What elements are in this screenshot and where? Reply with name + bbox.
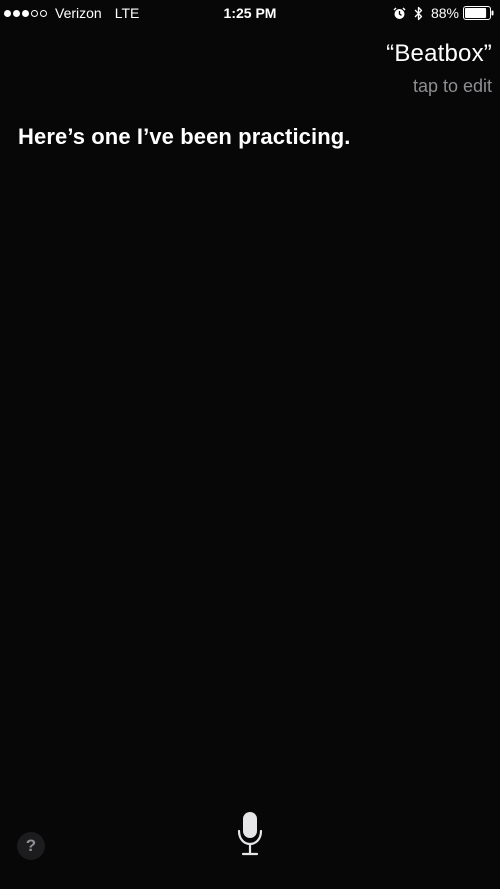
status-bar-right: 88% xyxy=(393,0,494,26)
query-text[interactable]: “Beatbox” xyxy=(386,40,492,68)
microphone-button[interactable] xyxy=(232,810,268,860)
alarm-icon xyxy=(393,6,406,20)
signal-dot xyxy=(22,9,29,17)
siri-query[interactable]: “Beatbox” tap to edit xyxy=(386,40,492,97)
tap-to-edit-link[interactable]: tap to edit xyxy=(386,76,492,97)
network-type: LTE xyxy=(114,5,140,21)
status-bar-left: Verizon LTE xyxy=(4,0,139,26)
signal-strength-icon xyxy=(4,9,49,17)
bluetooth-icon xyxy=(414,6,423,21)
siri-screen: Verizon LTE 1:25 PM 88% “Beatbox” tap to… xyxy=(0,0,500,889)
signal-dot xyxy=(4,9,11,17)
battery-icon xyxy=(463,6,494,20)
siri-response: Here’s one I’ve been practicing. xyxy=(18,124,351,149)
status-bar: Verizon LTE 1:25 PM 88% xyxy=(0,0,500,26)
signal-dot xyxy=(40,9,47,17)
signal-dot xyxy=(13,9,20,17)
help-button[interactable]: ? xyxy=(17,832,45,860)
signal-dot xyxy=(31,9,38,17)
battery-percentage: 88% xyxy=(430,5,459,21)
carrier-name: Verizon xyxy=(55,5,102,21)
microphone-icon xyxy=(236,810,264,861)
